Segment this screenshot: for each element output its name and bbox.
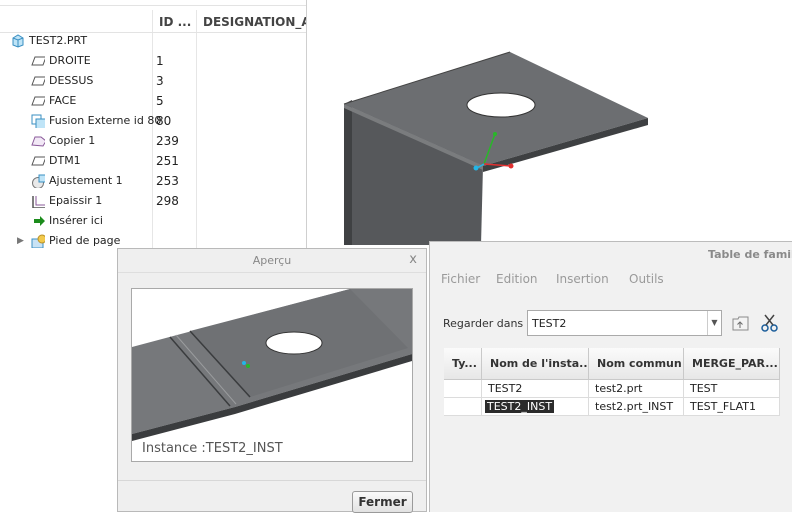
insert-arrow-icon — [34, 216, 45, 226]
tree-item-dtm1[interactable]: DTM1 251 — [0, 151, 306, 171]
menu-insertion[interactable]: Insertion — [556, 272, 609, 286]
y-axis-tip — [246, 364, 250, 368]
model-edge — [344, 100, 352, 245]
tree-item-label: Fusion Externe id 80 — [49, 114, 162, 127]
tree-item-label: Ajustement 1 — [49, 174, 123, 187]
tree-item-id: 298 — [156, 194, 179, 208]
table-cell[interactable]: test2.prt_INST — [589, 398, 684, 416]
tree-item-ajustement[interactable]: Ajustement 1 253 — [0, 171, 306, 191]
table-cell[interactable]: TEST_FLAT1 — [684, 398, 780, 416]
tree-item-id: 5 — [156, 94, 164, 108]
preview-flat-model — [132, 289, 412, 441]
column-header-id[interactable]: ID ... — [159, 12, 197, 32]
tree-item-label: DESSUS — [49, 74, 94, 87]
dialog-title: Aperçu — [118, 249, 426, 273]
instances-table: Ty... Nom de l'insta... Nom commun MERGE… — [444, 348, 792, 418]
look-in-label: Regarder dans : — [443, 317, 531, 330]
column-header-common-name[interactable]: Nom commun — [589, 348, 684, 380]
tree-item-copier[interactable]: Copier 1 239 — [0, 131, 306, 151]
window-title: Table de famill — [708, 248, 792, 261]
copy-surface-icon — [31, 136, 45, 147]
instance-caption: Instance :TEST2_INST — [142, 441, 283, 456]
family-table-window: Table de famill Fichier Edition Insertio… — [429, 241, 792, 512]
column-header-instance[interactable]: Nom de l'insta... — [482, 348, 589, 380]
footer-icon — [31, 234, 45, 248]
flat-plate-hole — [265, 331, 323, 355]
tree-item-inserer[interactable]: Insérer ici — [0, 211, 306, 231]
datum-plane-icon — [31, 96, 45, 106]
graphics-viewport[interactable] — [308, 0, 792, 245]
table-cell-selected[interactable]: TEST2_INST — [482, 398, 589, 416]
preview-frame: Instance :TEST2_INST — [131, 288, 413, 462]
z-axis-tip — [473, 165, 479, 171]
y-axis-tip — [493, 132, 497, 136]
datum-plane-icon — [31, 156, 45, 166]
look-in-value: TEST2 — [532, 317, 567, 330]
thicken-icon — [32, 196, 45, 208]
close-icon[interactable]: x — [409, 252, 417, 267]
menu-edition[interactable]: Edition — [496, 272, 538, 286]
menu-fichier[interactable]: Fichier — [441, 272, 480, 286]
tree-item-id: 80 — [156, 114, 172, 128]
tree-top-bar — [0, 0, 306, 6]
tree-item-dessus[interactable]: DESSUS 3 — [0, 71, 306, 91]
look-in-select[interactable]: TEST2 ▼ — [527, 310, 722, 336]
tree-item-label: Copier 1 — [49, 134, 96, 147]
datum-plane-icon — [31, 56, 45, 66]
tree-item-label: FACE — [49, 94, 77, 107]
trim-icon — [32, 174, 45, 188]
table-cell[interactable]: test2.prt — [589, 380, 684, 398]
table-cell[interactable]: TEST2 — [482, 380, 589, 398]
tree-item-label: DTM1 — [49, 154, 81, 167]
z-axis-tip — [242, 361, 246, 365]
preview-dialog: Aperçu x Instance :TEST2_INST Fermer — [117, 248, 427, 513]
table-cell[interactable]: TEST — [684, 380, 780, 398]
selected-instance-text[interactable]: TEST2_INST — [485, 400, 555, 413]
tree-item-label: Insérer ici — [49, 214, 103, 227]
chevron-down-icon[interactable]: ▼ — [707, 311, 721, 335]
tree-item-label: Epaissir 1 — [49, 194, 103, 207]
tree-item-id: 3 — [156, 74, 164, 88]
tree-item-droite[interactable]: DROITE 1 — [0, 51, 306, 71]
parent-folder-icon[interactable] — [731, 313, 751, 333]
tree-item-fusion[interactable]: Fusion Externe id 80 80 — [0, 111, 306, 131]
tree-item-id: 1 — [156, 54, 164, 68]
tree-item-root[interactable]: TEST2.PRT — [0, 31, 306, 51]
tree-item-id: 239 — [156, 134, 179, 148]
model-hole — [466, 92, 536, 118]
tree-item-label: DROITE — [49, 54, 91, 67]
table-cell[interactable] — [444, 398, 482, 416]
column-header-merge[interactable]: MERGE_PAR... — [684, 348, 780, 380]
tree-item-face[interactable]: FACE 5 — [0, 91, 306, 111]
menu-outils[interactable]: Outils — [629, 272, 664, 286]
part-icon — [12, 34, 24, 48]
column-header-type[interactable]: Ty... — [444, 348, 482, 380]
datum-plane-icon — [31, 76, 45, 86]
column-header-designation[interactable]: DESIGNATION_AI — [203, 12, 306, 32]
expand-arrow-icon[interactable]: ▶ — [17, 231, 24, 251]
bent-plate-model[interactable] — [308, 0, 792, 245]
merge-icon — [31, 114, 45, 128]
cut-icon[interactable] — [760, 313, 780, 333]
tree-item-epaissir[interactable]: Epaissir 1 298 — [0, 191, 306, 211]
tree-item-label: Pied de page — [49, 234, 121, 247]
tree-item-label: TEST2.PRT — [29, 34, 88, 47]
dialog-divider — [118, 480, 426, 481]
table-cell[interactable] — [444, 380, 482, 398]
close-button[interactable]: Fermer — [352, 491, 413, 513]
tree-item-id: 251 — [156, 154, 179, 168]
x-axis-tip — [508, 163, 514, 169]
tree-item-id: 253 — [156, 174, 179, 188]
